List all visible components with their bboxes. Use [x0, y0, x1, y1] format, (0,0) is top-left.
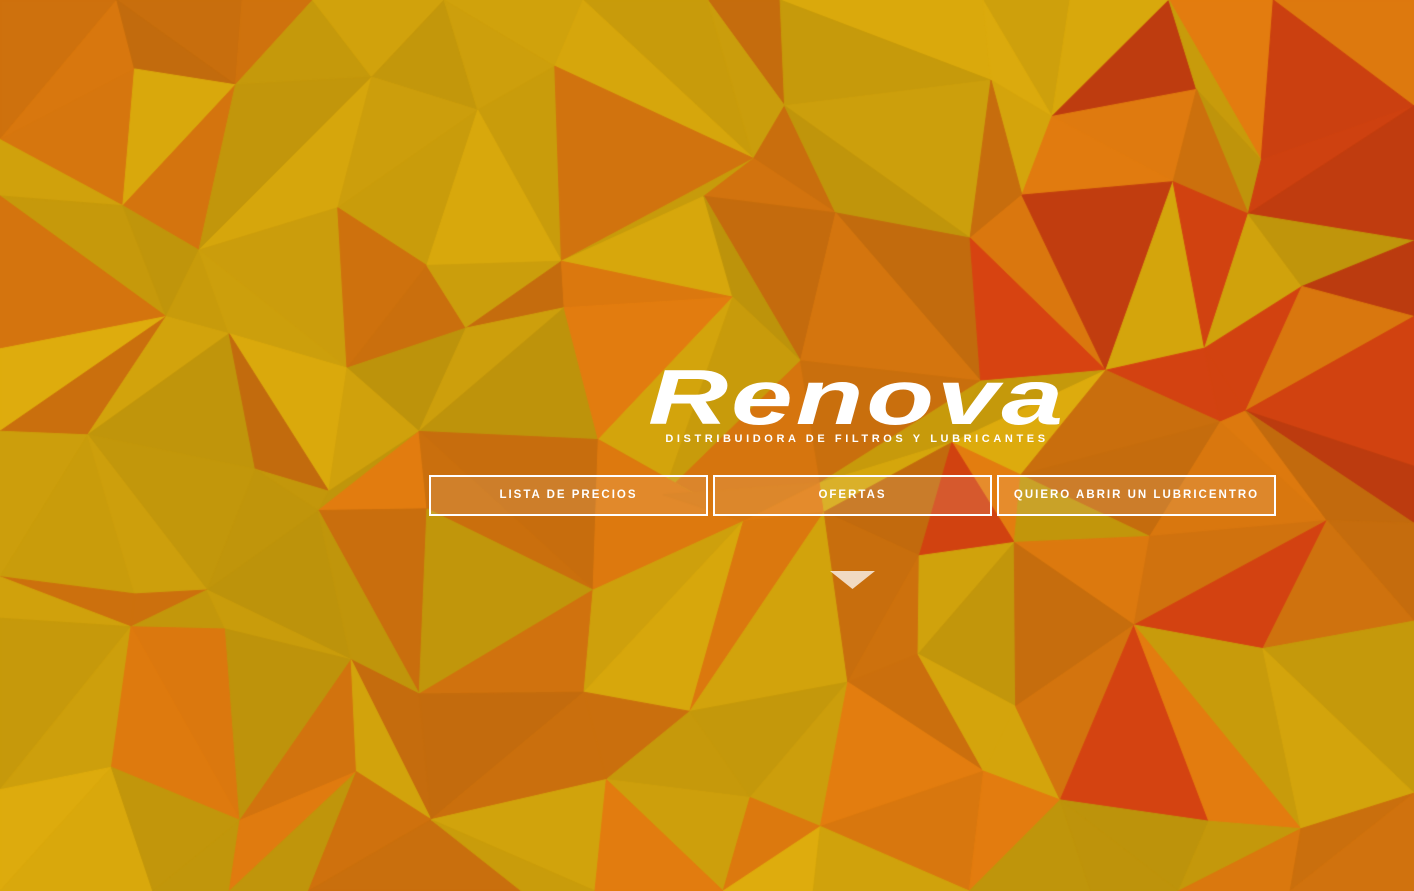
- brand-logo: Renova DISTRIBUIDORA DE FILTROS Y LUBRIC…: [644, 360, 1070, 452]
- price-list-button[interactable]: LISTA DE PRECIOS: [429, 475, 708, 516]
- hero-section: Renova DISTRIBUIDORA DE FILTROS Y LUBRIC…: [0, 0, 1414, 891]
- open-lubricentro-button[interactable]: QUIERO ABRIR UN LUBRICENTRO: [997, 475, 1276, 516]
- brand-tagline: DISTRIBUIDORA DE FILTROS Y LUBRICANTES: [665, 433, 1049, 445]
- brand-name: Renova: [648, 360, 1066, 434]
- offers-button[interactable]: OFERTAS: [713, 475, 992, 516]
- hero-nav-buttons: LISTA DE PRECIOS OFERTAS QUIERO ABRIR UN…: [429, 475, 1277, 516]
- triangle-down-icon[interactable]: [830, 571, 875, 589]
- renova-logo-wordmark: Renova: [648, 360, 1066, 434]
